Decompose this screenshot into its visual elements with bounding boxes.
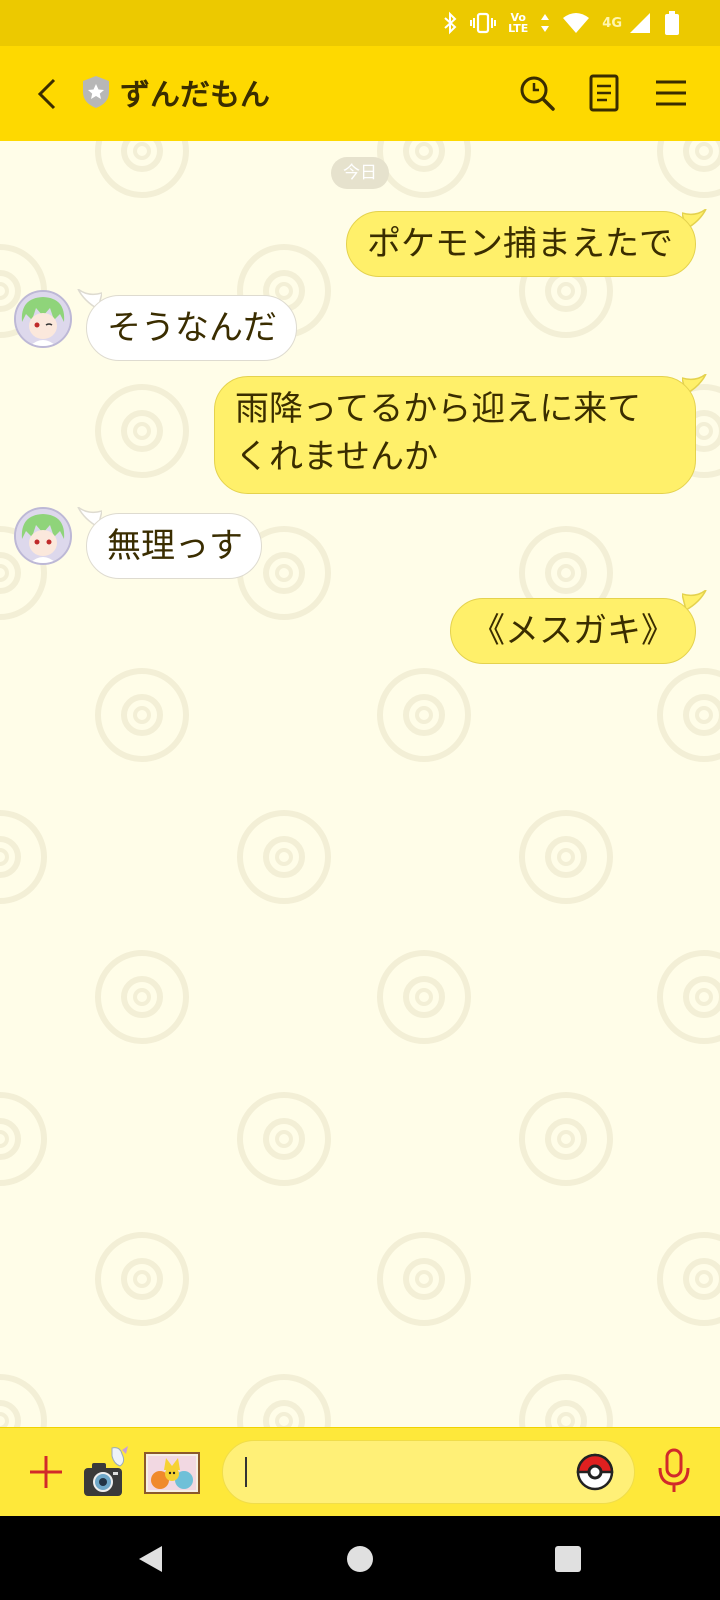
volte-bottom-label: LTE — [508, 22, 529, 35]
avatar[interactable] — [14, 290, 72, 348]
bluetooth-icon — [442, 11, 458, 35]
notes-icon[interactable] — [583, 72, 625, 114]
mic-icon[interactable] — [656, 1448, 692, 1494]
zundamon-avatar-image — [16, 509, 70, 563]
network-type-label: 4G — [602, 15, 622, 31]
incoming-message[interactable]: 無理っす — [86, 513, 262, 579]
nav-home-icon[interactable] — [343, 1542, 377, 1576]
outgoing-message[interactable]: 雨降ってるから迎えに来て くれませんか — [214, 376, 696, 494]
text-cursor — [245, 1457, 247, 1487]
message-text: 《メスガキ》 — [471, 611, 675, 651]
message-input[interactable] — [222, 1440, 635, 1504]
wifi-icon — [562, 12, 590, 34]
shield-icon — [83, 76, 109, 108]
search-icon[interactable] — [516, 72, 558, 114]
menu-icon[interactable] — [650, 72, 692, 114]
status-bar: Vo LTE 4G — [0, 0, 720, 46]
chat-header: ずんだもん — [0, 46, 720, 141]
zundamon-avatar-image — [16, 292, 70, 346]
back-icon[interactable] — [30, 74, 70, 114]
data-arrows-icon — [540, 11, 550, 35]
pokeball-icon[interactable] — [576, 1453, 614, 1491]
chat-title: ずんだもん — [120, 78, 270, 113]
message-text-line: 雨降ってるから迎えに来て — [235, 389, 642, 429]
nav-recents-icon[interactable] — [551, 1542, 585, 1576]
message-text: そうなんだ — [107, 308, 277, 348]
volte-icon: Vo LTE — [508, 12, 528, 34]
vibrate-icon — [470, 11, 497, 35]
nav-back-icon[interactable] — [134, 1542, 168, 1576]
message-text-line: くれませんか — [235, 437, 438, 477]
plus-icon[interactable] — [26, 1452, 66, 1492]
date-separator: 今日 — [331, 157, 389, 189]
outgoing-message[interactable]: 《メスガキ》 — [450, 598, 696, 664]
signal-icon — [628, 11, 652, 35]
incoming-message[interactable]: そうなんだ — [86, 295, 297, 361]
battery-icon — [664, 10, 680, 36]
outgoing-message[interactable]: ポケモン捕まえたで — [346, 211, 696, 277]
message-text: ポケモン捕まえたで — [367, 224, 673, 264]
system-navigation-bar — [0, 1516, 720, 1600]
message-input-bar — [0, 1427, 720, 1517]
camera-icon[interactable] — [82, 1444, 132, 1500]
message-text: 無理っす — [107, 526, 243, 566]
sticker-icon[interactable] — [144, 1452, 200, 1494]
avatar[interactable] — [14, 507, 72, 565]
chat-area[interactable]: 今日 ポケモン捕まえたで そうなんだ 雨降ってるから迎えに来て くれませんか 無… — [0, 141, 720, 1427]
